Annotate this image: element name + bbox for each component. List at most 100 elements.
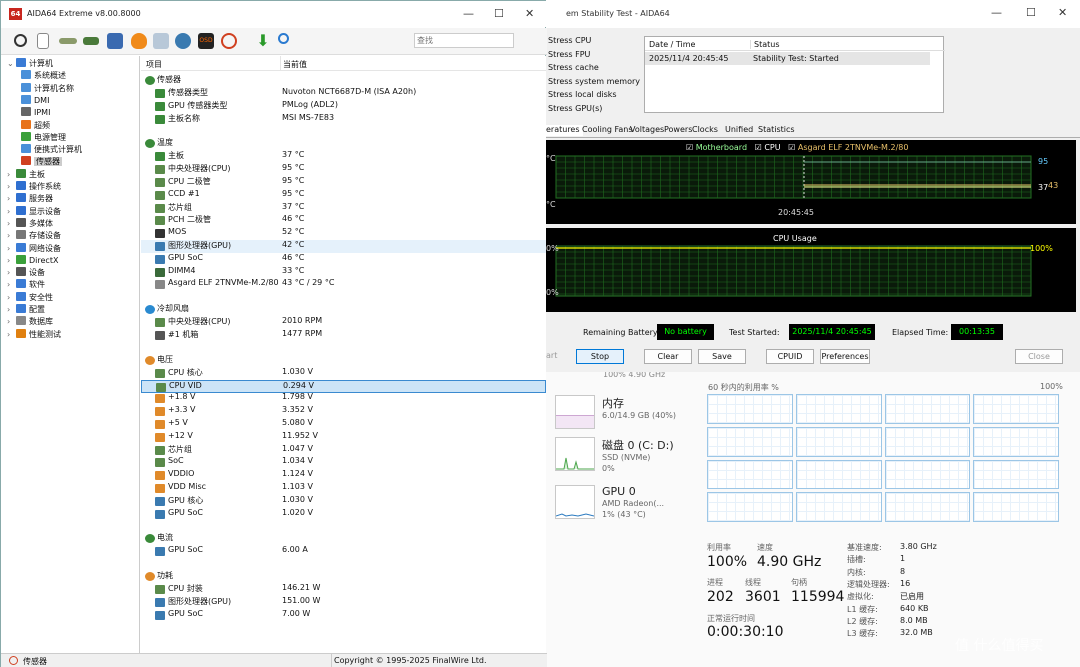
- table-row[interactable]: 传感器类型 Nuvoton NCT6687D-M (ISA A20h): [141, 87, 546, 100]
- table-row[interactable]: 芯片组 37 °C: [141, 202, 546, 215]
- tree-item[interactable]: › 性能测试: [7, 328, 61, 340]
- table-row[interactable]: GPU SoC 6.00 A: [141, 545, 546, 558]
- legend-checkbox-icon[interactable]: ☑: [686, 143, 693, 152]
- table-row[interactable]: CPU 核心 1.030 V: [141, 367, 546, 380]
- table-row[interactable]: GPU 核心 1.030 V: [141, 495, 546, 508]
- tree-item[interactable]: › 设备: [7, 267, 45, 278]
- tree-item[interactable]: › 存储设备: [7, 230, 61, 241]
- expand-chevron-icon[interactable]: ›: [7, 244, 16, 253]
- stress-checkbox[interactable]: Stress local disks: [548, 90, 617, 99]
- tree-item[interactable]: DMI: [21, 94, 49, 105]
- table-row[interactable]: CPU 封装 146.21 W: [141, 583, 546, 596]
- expand-chevron-icon[interactable]: ›: [7, 219, 16, 228]
- gauge-icon[interactable]: [221, 33, 237, 49]
- tree-item[interactable]: 传感器: [21, 156, 62, 167]
- motherboard-icon[interactable]: [59, 38, 77, 44]
- table-row[interactable]: 主板名称 MSI MS-7E83: [141, 113, 546, 126]
- table-row[interactable]: +12 V 11.952 V: [141, 431, 546, 444]
- tree-item[interactable]: › 配置: [7, 304, 45, 315]
- expand-chevron-icon[interactable]: ›: [7, 182, 16, 191]
- minimize-icon[interactable]: —: [463, 7, 474, 20]
- table-row[interactable]: 芯片组 1.047 V: [141, 444, 546, 457]
- tree-item[interactable]: IPMI: [21, 107, 50, 117]
- clear-button[interactable]: Clear: [644, 349, 692, 364]
- table-row[interactable]: CPU VID 0.294 V: [141, 379, 546, 393]
- stress-checkbox[interactable]: Stress CPU: [548, 36, 591, 45]
- memory-entry[interactable]: 内存 6.0/14.9 GB (40%): [555, 395, 695, 435]
- tab-5[interactable]: Unified: [725, 125, 753, 134]
- table-row[interactable]: Asgard ELF 2TNVMe-M.2/80 43 °C / 29 °C: [141, 278, 546, 291]
- disk-entry[interactable]: 磁盘 0 (C: D:) SSD (NVMe) 0%: [555, 437, 695, 477]
- table-row[interactable]: CPU 二极管 95 °C: [141, 176, 546, 189]
- minimize-icon[interactable]: —: [991, 6, 1002, 19]
- tree-item[interactable]: › 显示设备: [7, 205, 61, 217]
- tree-item[interactable]: › 主板: [7, 168, 45, 180]
- expand-chevron-icon[interactable]: ›: [7, 207, 16, 216]
- expand-chevron-icon[interactable]: ›: [7, 293, 16, 302]
- start-button[interactable]: art: [546, 349, 557, 364]
- expand-chevron-icon[interactable]: ›: [7, 330, 16, 339]
- close-button[interactable]: Close: [1015, 349, 1063, 364]
- close-icon[interactable]: ✕: [525, 7, 534, 20]
- table-row[interactable]: +3.3 V 3.352 V: [141, 405, 546, 418]
- column-item[interactable]: 项目: [146, 59, 162, 70]
- table-row[interactable]: VDD Misc 1.103 V: [141, 482, 546, 495]
- tab-4[interactable]: Clocks: [692, 125, 718, 134]
- stress-checkbox[interactable]: Stress cache: [548, 63, 599, 72]
- table-row[interactable]: 中央处理器(CPU) 95 °C: [141, 163, 546, 176]
- download-icon[interactable]: ⬇: [255, 33, 271, 49]
- tab-0[interactable]: eratures: [546, 125, 583, 136]
- tree-item[interactable]: › DirectX: [7, 254, 58, 265]
- memory-icon[interactable]: [83, 37, 99, 45]
- table-row[interactable]: DIMM4 33 °C: [141, 266, 546, 279]
- tree-item[interactable]: 系统概述: [21, 70, 66, 81]
- table-row[interactable]: GPU SoC 7.00 W: [141, 609, 546, 622]
- search-icon[interactable]: [278, 33, 289, 44]
- user-icon[interactable]: [175, 33, 191, 49]
- refresh-icon[interactable]: [14, 34, 27, 47]
- tab-2[interactable]: Voltages: [630, 125, 664, 134]
- tree-item[interactable]: › 操作系统: [7, 181, 61, 192]
- expand-chevron-icon[interactable]: ›: [7, 256, 16, 265]
- table-row[interactable]: GPU SoC 46 °C: [141, 253, 546, 266]
- stress-checkbox[interactable]: Stress system memory: [548, 77, 640, 86]
- maximize-icon[interactable]: ☐: [1026, 6, 1036, 19]
- table-row[interactable]: +1.8 V 1.798 V: [141, 392, 546, 405]
- column-value[interactable]: 当前值: [280, 56, 307, 71]
- table-row[interactable]: 中央处理器(CPU) 2010 RPM: [141, 316, 546, 329]
- report-icon[interactable]: [37, 33, 49, 49]
- table-row[interactable]: VDDIO 1.124 V: [141, 469, 546, 482]
- osd-icon[interactable]: OSD: [198, 33, 214, 49]
- preferences-button[interactable]: Preferences: [820, 349, 870, 364]
- maximize-icon[interactable]: ☐: [494, 7, 504, 20]
- expand-chevron-icon[interactable]: ›: [7, 305, 16, 314]
- table-row[interactable]: SoC 1.034 V: [141, 456, 546, 469]
- table-row[interactable]: 2025/11/4 20:45:45 Stability Test: Start…: [645, 52, 930, 65]
- table-row[interactable]: CCD #1 95 °C: [141, 189, 546, 202]
- tree-item[interactable]: › 安全性: [7, 291, 53, 303]
- table-row[interactable]: 主板 37 °C: [141, 150, 546, 163]
- close-icon[interactable]: ✕: [1058, 6, 1067, 19]
- stop-button[interactable]: Stop: [576, 349, 624, 364]
- tree-item[interactable]: ⌄ 计算机: [7, 58, 53, 69]
- table-row[interactable]: PCH 二极管 46 °C: [141, 214, 546, 227]
- expand-chevron-icon[interactable]: ›: [7, 170, 16, 179]
- expand-chevron-icon[interactable]: ›: [7, 280, 16, 289]
- expand-chevron-icon[interactable]: ›: [7, 317, 16, 326]
- tree-item[interactable]: › 网络设备: [7, 242, 61, 254]
- table-row[interactable]: 图形处理器(GPU) 42 °C: [141, 240, 546, 253]
- tree-item[interactable]: 计算机名称: [21, 82, 74, 94]
- stress-checkbox[interactable]: Stress FPU: [548, 50, 590, 59]
- tree-item[interactable]: 超频: [21, 119, 50, 131]
- table-row[interactable]: #1 机箱 1477 RPM: [141, 329, 546, 342]
- cpuid-button[interactable]: CPUID: [766, 349, 814, 364]
- cube-icon[interactable]: [107, 33, 123, 49]
- search-input[interactable]: [414, 33, 514, 48]
- tab-6[interactable]: Statistics: [758, 125, 795, 134]
- expand-chevron-icon[interactable]: ›: [7, 268, 16, 277]
- tab-3[interactable]: Powers: [664, 125, 692, 134]
- tree-item[interactable]: › 软件: [7, 279, 45, 290]
- table-row[interactable]: +5 V 5.080 V: [141, 418, 546, 431]
- stress-checkbox[interactable]: Stress GPU(s): [548, 104, 602, 113]
- legend-checkbox-icon[interactable]: ☑: [755, 143, 762, 152]
